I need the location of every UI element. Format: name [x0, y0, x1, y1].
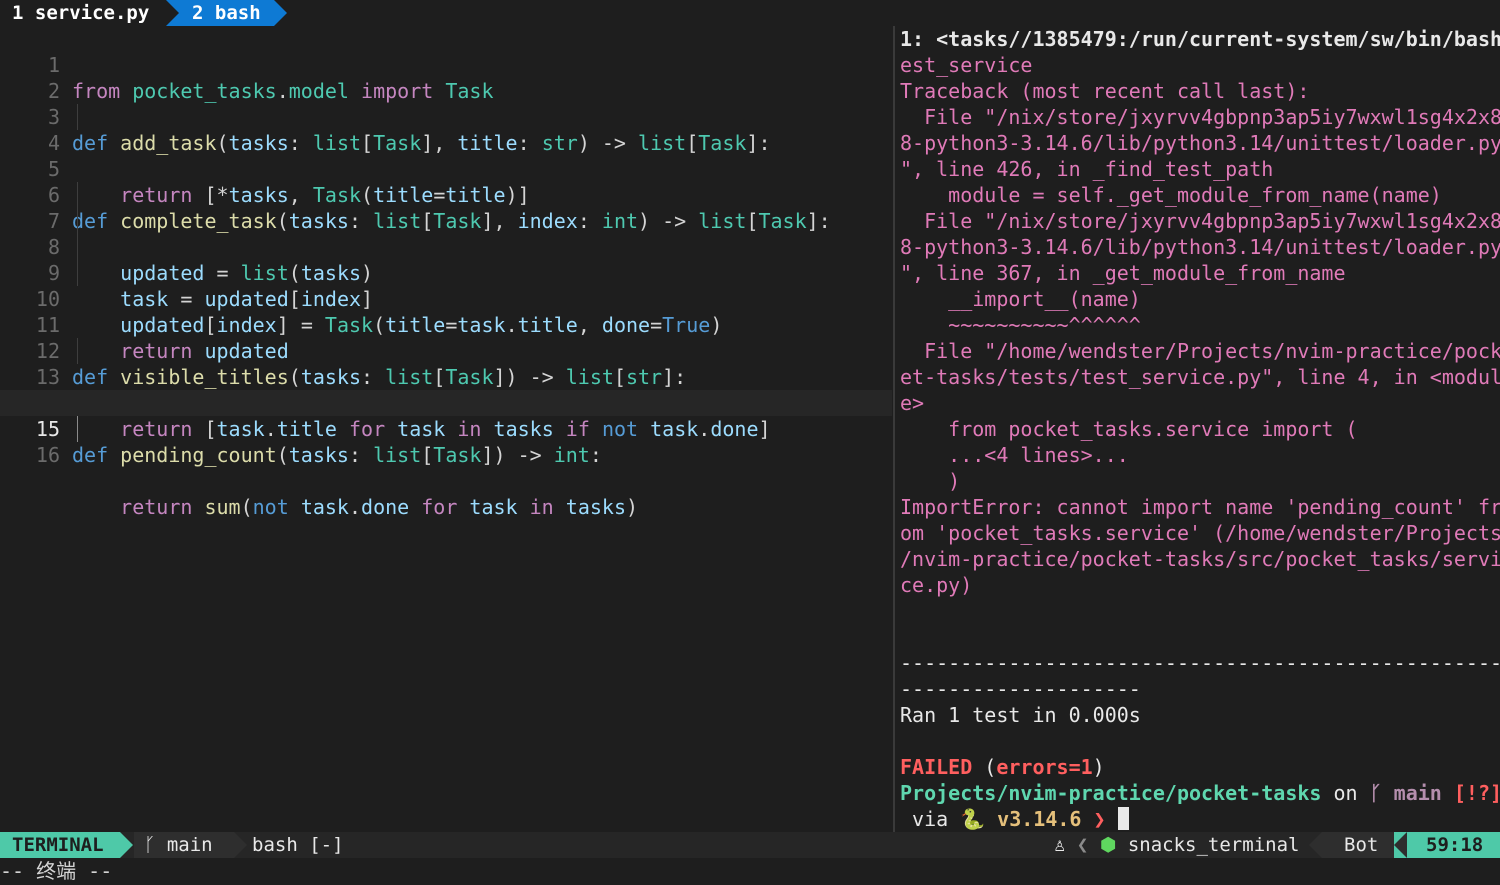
terminal-line: ...<4 lines>...	[900, 443, 1129, 467]
python-snake-icon: 🐍	[960, 807, 986, 831]
tab-bash[interactable]: 2 bash	[166, 0, 274, 26]
indent-guide	[77, 260, 78, 286]
status-separator	[234, 832, 247, 858]
terminal-failed-line: FAILED (errors=1)	[900, 754, 1105, 780]
code-line-current[interactable]: 15 def pending_count(tasks: list[Task]) …	[0, 390, 892, 467]
tab-service-py[interactable]: 1 service.py	[0, 0, 166, 26]
failed-detail-close: )	[1092, 755, 1105, 779]
git-branch-icon: ᚴ	[144, 834, 156, 856]
terminal-line: est_service	[900, 53, 1033, 77]
status-position: 59:18	[1394, 832, 1500, 858]
terminal-line: ~~~~~~~~~~^^^^^^	[900, 313, 1141, 337]
terminal-line: ", line 367, in _get_module_from_name	[900, 261, 1346, 285]
terminal-line: )	[900, 469, 961, 493]
status-filetype-name: snacks_terminal	[1127, 834, 1300, 856]
prompt-symbol: ❯	[1093, 807, 1106, 831]
failed-detail-open: (	[984, 755, 997, 779]
terminal-line: e>	[900, 391, 925, 415]
code-line[interactable]: 10 return updated	[0, 260, 892, 363]
code-line[interactable]: 4 return [*tasks, Task(title=title)]	[0, 104, 892, 207]
mode-indicator: TERMINAL	[0, 832, 120, 858]
tab-separator	[274, 0, 287, 26]
code-line[interactable]: 8 task = updated[index]	[0, 208, 892, 311]
code-line[interactable]: 7 updated = list(tasks)	[0, 182, 892, 285]
code-line[interactable]: 1 from pocket_tasks.model import Task	[0, 26, 892, 103]
prompt-line: Projects/nvim-practice/pocket-tasks on ᚴ…	[900, 780, 1500, 806]
terminal-line: ce.py)	[900, 573, 973, 597]
terminal-line: /nvim-practice/pocket-tasks/src/pocket_t…	[900, 547, 1500, 571]
terminal-line: File "/nix/store/jxyrvv4gbpnp3ap5iy7wxwl…	[900, 105, 1500, 129]
indent-guide	[77, 182, 78, 208]
code-line[interactable]: 16 return sum(not task.done for task in …	[0, 416, 892, 519]
terminal-line: et-tasks/tests/test_service.py", line 4,…	[900, 365, 1500, 389]
terminal-line: Traceback (most recent call last):	[900, 79, 1310, 103]
status-branch: ᚴ main	[134, 832, 234, 858]
prompt-path: Projects/nvim-practice/pocket-tasks	[900, 781, 1322, 805]
terminal-line: __import__(name)	[900, 287, 1141, 311]
branch-icon: ᚴ	[1369, 781, 1382, 805]
terminal-line: File "/home/wendster/Projects/nvim-pract…	[900, 339, 1500, 363]
prompt-line-2[interactable]: via 🐍 v3.14.6 ❯	[900, 806, 1129, 832]
command-line[interactable]: -- 终端 --	[0, 858, 1500, 885]
status-filetype: ♙ ❮ ⬢ snacks_terminal	[1054, 832, 1299, 858]
failed-label: FAILED	[900, 755, 973, 779]
terminal-line: om 'pocket_tasks.service' (/home/wendste…	[900, 521, 1500, 545]
code-line[interactable]: 3 def add_task(tasks: list[Task], title:…	[0, 78, 892, 155]
terminal-line: Ran 1 test in 0.000s	[900, 703, 1141, 727]
window-separator[interactable]	[893, 26, 895, 832]
tabline: 1 service.py 2 bash	[0, 0, 1500, 26]
status-separator	[1309, 832, 1322, 858]
terminal-line: ImportError: cannot import name 'pending…	[900, 495, 1500, 519]
code-line[interactable]: 6 def complete_task(tasks: list[Task], i…	[0, 156, 892, 233]
terminal-line: 8-python3-3.14.6/lib/python3.14/unittest…	[900, 235, 1500, 259]
prompt-via: via	[912, 807, 949, 831]
status-filename: bash [-]	[252, 834, 344, 856]
status-separator	[120, 832, 133, 858]
status-scroll: Bot	[1322, 832, 1394, 858]
tab-separator	[166, 0, 179, 26]
editor-pane[interactable]: 1 from pocket_tasks.model import Task 2 …	[0, 26, 892, 832]
code-line[interactable]: 5	[0, 130, 892, 181]
code-line[interactable]: 12 def visible_titles(tasks: list[Task])…	[0, 312, 892, 389]
prompt-status: [!?]	[1453, 781, 1500, 805]
line-number: 16	[35, 443, 60, 467]
terminal-cursor[interactable]	[1117, 807, 1129, 830]
indent-guide	[77, 104, 78, 130]
code-text: return sum(not task.done for task in tas…	[120, 495, 639, 519]
lsp-icon: ♙	[1054, 834, 1066, 856]
filetype-icon: ⬢	[1099, 834, 1117, 856]
code-line[interactable]: 9 updated[index] = Task(title=task.title…	[0, 234, 892, 337]
terminal-pane[interactable]: 1: <tasks//1385479:/run/current-system/s…	[896, 26, 1500, 832]
indent-guide	[77, 338, 78, 364]
terminal-line: from pocket_tasks.service import (	[900, 417, 1358, 441]
statusline: TERMINAL ᚴ main bash [-] ♙ ❮ ⬢ snacks_te…	[0, 832, 1500, 858]
prompt-on: on	[1333, 781, 1358, 805]
terminal-line: 8-python3-3.14.6/lib/python3.14/unittest…	[900, 131, 1500, 155]
separator-icon: ❮	[1076, 834, 1089, 856]
indent-guide	[77, 234, 78, 260]
terminal-line: ----------------------------------------…	[900, 651, 1500, 675]
code-line[interactable]: 2	[0, 52, 892, 103]
indent-guide-active	[77, 416, 78, 442]
failed-errors: errors=1	[996, 755, 1093, 779]
terminal-line: File "/nix/store/jxyrvv4gbpnp3ap5iy7wxwl…	[900, 209, 1500, 233]
terminal-line: ", line 426, in _find_test_path	[900, 157, 1274, 181]
prompt-branch: main	[1393, 781, 1442, 805]
prompt-python-version: v3.14.6	[997, 807, 1082, 831]
code-text: def pending_count(tasks: list[Task]) -> …	[72, 443, 602, 467]
terminal-line: --------------------	[900, 677, 1141, 701]
terminal-line: module = self._get_module_from_name(name…	[900, 183, 1442, 207]
indent-guide	[77, 208, 78, 234]
status-separator	[1394, 832, 1407, 858]
code-line[interactable]: 13 return [task.title for task in tasks …	[0, 338, 892, 441]
code-line[interactable]: 14	[0, 364, 892, 415]
status-branch-name: main	[166, 834, 213, 856]
terminal-title-line: 1: <tasks//1385479:/run/current-system/s…	[900, 27, 1500, 51]
code-line[interactable]: 11	[0, 286, 892, 337]
